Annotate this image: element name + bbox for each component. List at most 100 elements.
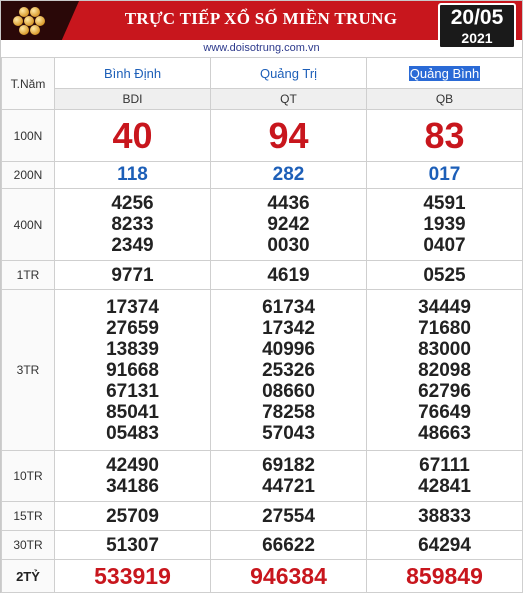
header-banner: TRỰC TIẾP XỔ SỐ MIỀN TRUNG 20/05 2021 <box>1 1 522 49</box>
prize-number: 51307 <box>54 530 211 560</box>
prize-number-group: 4591 1939 0407 <box>366 188 523 261</box>
prize-label: 100N <box>1 109 55 162</box>
prize-label: 3TR <box>1 289 55 451</box>
prize-number: 85041 <box>106 401 159 423</box>
prize-number: 4256 <box>111 193 154 214</box>
prize-number: 9242 <box>267 214 310 235</box>
prize-number: 9771 <box>54 260 211 290</box>
prize-number: 48663 <box>418 422 471 444</box>
prize-number: 118 <box>54 161 211 189</box>
prize-number: 8233 <box>111 214 154 235</box>
province-name-text-selected: Quảng Bình <box>408 65 481 81</box>
prize-label: 30TR <box>1 530 55 560</box>
prize-number: 2349 <box>111 235 154 256</box>
prize-row-15tr: 15TR 25709 27554 38833 <box>1 501 523 531</box>
prize-number: 27659 <box>106 317 159 339</box>
prize-number: 67131 <box>106 380 159 402</box>
province-code-row: BDI QT QB <box>2 88 523 110</box>
lottery-results-page: TRỰC TIẾP XỔ SỐ MIỀN TRUNG 20/05 2021 ww… <box>0 0 523 593</box>
province-name-text: Quảng Trị <box>259 65 318 81</box>
results-table: T.Năm Bình Định Quảng Trị Quảng Bình BDI… <box>1 57 523 593</box>
prize-label: 200N <box>1 161 55 189</box>
prize-number: 83 <box>366 109 523 162</box>
prize-row-1tr: 1TR 9771 4619 0525 <box>1 260 523 290</box>
prize-number-group: 69182 44721 <box>210 450 367 502</box>
jackpot-number: 859849 <box>366 559 523 593</box>
prize-number: 17374 <box>106 296 159 318</box>
prize-number: 08660 <box>262 380 315 402</box>
prize-number: 78258 <box>262 401 315 423</box>
prize-number-group: 34449 71680 83000 82098 62796 76649 4866… <box>366 289 523 451</box>
prize-label: 400N <box>1 188 55 261</box>
header-title: TRỰC TIẾP XỔ SỐ MIỀN TRUNG <box>124 9 398 28</box>
prize-number: 27554 <box>210 501 367 531</box>
prize-row-10tr: 10TR 42490 34186 69182 44721 67111 42841 <box>1 450 523 502</box>
prize-number: 282 <box>210 161 367 189</box>
province-name-text: Bình Định <box>103 65 162 81</box>
prize-row-100n: 100N 40 94 83 <box>1 109 523 162</box>
prize-number: 17342 <box>262 317 315 339</box>
prize-number: 57043 <box>262 422 315 444</box>
day-label: T.Năm <box>1 57 55 110</box>
province-code: BDI <box>54 88 211 110</box>
prize-number: 1939 <box>423 214 466 235</box>
prize-number: 0525 <box>366 260 523 290</box>
prize-number: 25326 <box>262 359 315 381</box>
prize-number-group: 61734 17342 40996 25326 08660 78258 5704… <box>210 289 367 451</box>
prize-row-2ty: 2TỶ 533919 946384 859849 <box>1 559 523 593</box>
prize-number: 83000 <box>418 338 471 360</box>
lottery-balls-icon <box>13 7 53 35</box>
prize-number: 67111 <box>419 455 470 476</box>
prize-number: 64294 <box>366 530 523 560</box>
jackpot-number: 533919 <box>54 559 211 593</box>
province-name-row: T.Năm Bình Định Quảng Trị Quảng Bình <box>1 57 523 110</box>
prize-number: 017 <box>366 161 523 189</box>
prize-number: 71680 <box>418 317 471 339</box>
prize-number: 62796 <box>418 380 471 402</box>
province-name[interactable]: Bình Định <box>54 57 211 89</box>
prize-number: 05483 <box>106 422 159 444</box>
prize-number: 82098 <box>418 359 471 381</box>
prize-number: 4591 <box>423 193 466 214</box>
prize-number: 40996 <box>262 338 315 360</box>
prize-number: 4619 <box>210 260 367 290</box>
prize-number: 91668 <box>106 359 159 381</box>
prize-number-group: 4436 9242 0030 <box>210 188 367 261</box>
prize-row-400n: 400N 4256 8233 2349 4436 9242 0030 4591 … <box>1 188 523 261</box>
prize-label: 10TR <box>1 450 55 502</box>
prize-number: 34449 <box>418 296 471 318</box>
prize-number: 42490 <box>106 455 159 476</box>
prize-label: 15TR <box>1 501 55 531</box>
prize-number: 0407 <box>423 235 466 256</box>
province-name[interactable]: Quảng Bình <box>366 57 523 89</box>
website-link[interactable]: www.doisotrung.com.vn <box>1 40 522 57</box>
prize-number: 94 <box>210 109 367 162</box>
prize-number: 66622 <box>210 530 367 560</box>
prize-number-group: 42490 34186 <box>54 450 211 502</box>
province-name[interactable]: Quảng Trị <box>210 57 367 89</box>
prize-number: 61734 <box>262 296 315 318</box>
date-day: 20/05 <box>450 6 504 29</box>
prize-row-30tr: 30TR 51307 66622 64294 <box>1 530 523 560</box>
prize-label: 1TR <box>1 260 55 290</box>
province-code: QT <box>210 88 367 110</box>
prize-number: 13839 <box>106 338 159 360</box>
prize-number: 34186 <box>106 476 159 497</box>
jackpot-number: 946384 <box>210 559 367 593</box>
prize-number: 42841 <box>418 476 471 497</box>
prize-number: 69182 <box>262 455 315 476</box>
prize-label: 2TỶ <box>1 559 55 593</box>
logo <box>1 1 79 40</box>
prize-number-group: 17374 27659 13839 91668 67131 85041 0548… <box>54 289 211 451</box>
prize-number: 25709 <box>54 501 211 531</box>
prize-number-group: 4256 8233 2349 <box>54 188 211 261</box>
prize-number: 44721 <box>262 476 315 497</box>
prize-row-3tr: 3TR 17374 27659 13839 91668 67131 85041 … <box>1 289 523 451</box>
prize-number-group: 67111 42841 <box>366 450 523 502</box>
prize-number: 40 <box>54 109 211 162</box>
prize-row-200n: 200N 118 282 017 <box>1 161 523 189</box>
prize-number: 76649 <box>418 401 471 423</box>
prize-number: 38833 <box>366 501 523 531</box>
province-code: QB <box>366 88 523 110</box>
prize-number: 4436 <box>267 193 310 214</box>
